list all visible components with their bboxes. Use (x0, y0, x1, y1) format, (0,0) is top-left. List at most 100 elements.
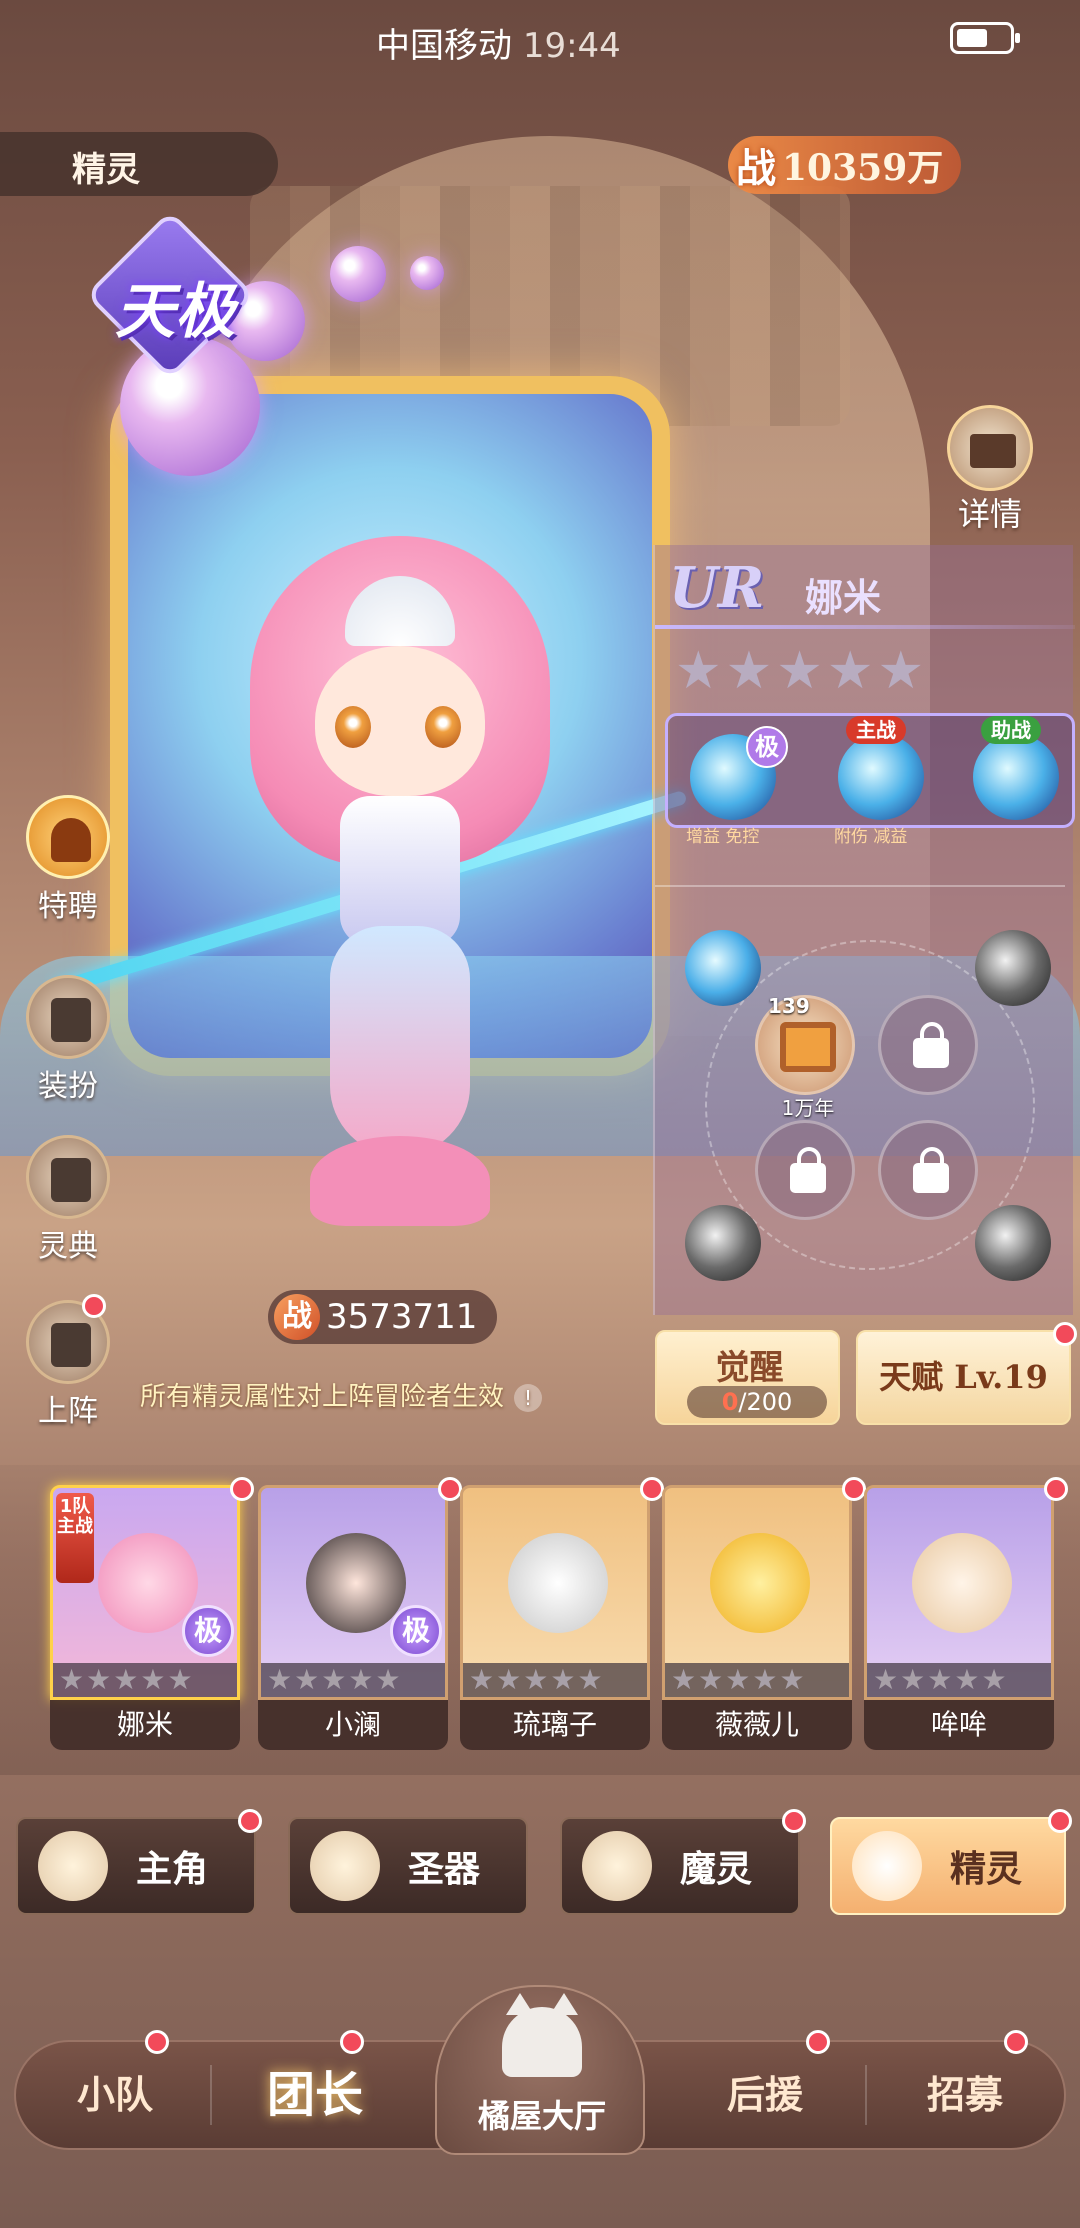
dark-element-orb[interactable] (975, 1205, 1051, 1281)
tier-badge: 天极 (80, 210, 260, 385)
book-icon (26, 1135, 110, 1219)
ji-badge: 极 (182, 1605, 234, 1657)
effect-description: 所有精灵属性对上阵冒险者生效! (140, 1376, 543, 1413)
card-art: ★ ★ ★ ★ ★ (662, 1485, 852, 1700)
panel-divider (655, 885, 1065, 887)
star-icon: ★ (776, 641, 823, 701)
talent-slot-locked[interactable] (755, 1120, 855, 1220)
tab-artifact[interactable]: 圣器 (288, 1817, 528, 1915)
star-icon: ★ (877, 641, 925, 701)
card-stars: ★ ★ ★ ★ ★ (261, 1663, 445, 1697)
skill-1[interactable]: 极 增益 免控 (686, 726, 788, 847)
card-name: 薇薇儿 (662, 1700, 852, 1750)
nav-squad[interactable]: 小队 (30, 2050, 200, 2140)
card-stars: ★ ★ ★ ★ ★ (463, 1663, 647, 1697)
skill-1-tags: 增益 免控 (686, 827, 760, 847)
notification-dot (1048, 1809, 1072, 1833)
spirit-power: 战 3573711 (268, 1290, 498, 1344)
detail-button[interactable]: 详情 (935, 405, 1045, 535)
notification-dot (82, 1294, 106, 1318)
notification-dot (806, 2030, 830, 2054)
roster-card-xiaolan[interactable]: ★ ★ ★ ★ ★ 极 小澜 (258, 1477, 462, 1750)
notification-dot (640, 1477, 664, 1501)
card-name: 小澜 (258, 1700, 448, 1750)
codex-label: 灵典 (38, 1229, 98, 1264)
talent-button[interactable]: 天赋 Lv.19 (856, 1322, 1077, 1425)
codex-button[interactable]: 灵典 (18, 1135, 118, 1265)
character-portrait (508, 1533, 608, 1633)
nav-hall[interactable]: 橘屋大厅 (435, 1985, 645, 2155)
power-label: 战 (736, 146, 776, 192)
water-element-orb[interactable] (685, 930, 761, 1006)
skill-2-tags: 附伤 减益 (834, 827, 908, 847)
deploy-button[interactable]: 上阵 (18, 1294, 118, 1430)
cat-house-icon (502, 1993, 582, 2077)
total-power: 战 10359万 (728, 136, 962, 194)
notification-dot (842, 1477, 866, 1501)
roster-card-liulizi[interactable]: ★ ★ ★ ★ ★ 琉璃子 (460, 1477, 664, 1750)
roster-card-nami[interactable]: ★ ★ ★ ★ ★ 1队主战 极 娜米 (50, 1477, 254, 1750)
skill-2[interactable]: 主战 附伤 减益 (834, 716, 924, 847)
info-icon[interactable]: ! (514, 1384, 543, 1412)
dark-element-orb[interactable] (685, 1205, 761, 1281)
ji-badge: 极 (746, 726, 788, 768)
tab-demon[interactable]: 魔灵 (560, 1809, 806, 1915)
spirit-roster: ★ ★ ★ ★ ★ 1队主战 极 娜米 ★ ★ ★ ★ ★ 极 小澜 ★ ★ ★ ★ ★ 琉璃子 ★ ★ ★… (0, 1465, 1080, 1775)
team-tag: 1队主战 (56, 1493, 94, 1583)
hero-icon (38, 1831, 108, 1901)
roster-card-moumou[interactable]: ★ ★ ★ ★ ★ 哞哞 (864, 1477, 1068, 1750)
roster-card-weiweier[interactable]: ★ ★ ★ ★ ★ 薇薇儿 (662, 1477, 866, 1750)
character-portrait (710, 1533, 810, 1633)
tier-text: 天极 (115, 277, 235, 347)
detail-label: 详情 (957, 495, 1022, 533)
status-time: 19:44 (522, 26, 621, 66)
character-body (340, 796, 460, 946)
skill-3[interactable]: 助战 (973, 716, 1059, 820)
awaken-button[interactable]: 觉醒 0/200 (655, 1330, 840, 1425)
spirit-icon (852, 1831, 922, 1901)
nav-separator (210, 2065, 212, 2125)
notification-dot (782, 1809, 806, 1833)
card-stars: ★ ★ ★ ★ ★ (53, 1663, 237, 1697)
nav-support[interactable]: 后援 (680, 2050, 850, 2140)
notification-dot (1004, 2030, 1028, 2054)
notification-dot (438, 1477, 462, 1501)
spirit-character-nami[interactable] (220, 496, 580, 1296)
tab-hero-label: 主角 (136, 1849, 209, 1890)
dragon-icon (582, 1831, 652, 1901)
notification-dot (238, 1809, 262, 1833)
rarity-label: UR (669, 555, 765, 621)
outfit-button[interactable]: 装扮 (18, 975, 118, 1105)
tab-demon-label: 魔灵 (680, 1849, 753, 1890)
card-name: 琉璃子 (460, 1700, 650, 1750)
talent-slot-active[interactable]: 139 1万年 (755, 994, 855, 1120)
talent-slot-level: 139 (768, 994, 810, 1018)
tab-hero[interactable]: 主角 (16, 1809, 262, 1915)
character-portrait (912, 1533, 1012, 1633)
tab-spirit[interactable]: 精灵 (830, 1809, 1072, 1915)
notification-dot (340, 2030, 364, 2054)
artifact-icon (310, 1831, 380, 1901)
lock-icon (913, 1147, 949, 1193)
battery-icon (950, 22, 1020, 54)
talent-slot-locked[interactable] (878, 995, 978, 1095)
notification-dot (1044, 1477, 1068, 1501)
skills-box: 极 增益 免控 主战 附伤 减益 助战 (665, 713, 1075, 847)
lock-icon (913, 1022, 949, 1068)
nav-leader[interactable]: 团长 (225, 2050, 405, 2140)
awaken-total: /200 (738, 1388, 793, 1416)
talent-slot-years: 1万年 (781, 1096, 835, 1120)
dark-element-orb[interactable] (975, 930, 1051, 1006)
spell-book-icon (780, 1022, 836, 1072)
spirit-name: 娜米 (805, 576, 882, 620)
nav-recruit[interactable]: 招募 (880, 2050, 1050, 2140)
star-icon: ★ (826, 641, 874, 701)
talent-slot-locked[interactable] (878, 1120, 978, 1220)
lock-icon (790, 1147, 826, 1193)
chat-bubble-icon (26, 975, 110, 1059)
card-art: ★ ★ ★ ★ ★ (864, 1485, 1054, 1700)
tab-artifact-label: 圣器 (408, 1849, 481, 1890)
nav-separator (865, 2065, 867, 2125)
awaken-progress: 0/200 (687, 1386, 827, 1418)
special-recruit-button[interactable]: 特聘 (18, 795, 118, 925)
